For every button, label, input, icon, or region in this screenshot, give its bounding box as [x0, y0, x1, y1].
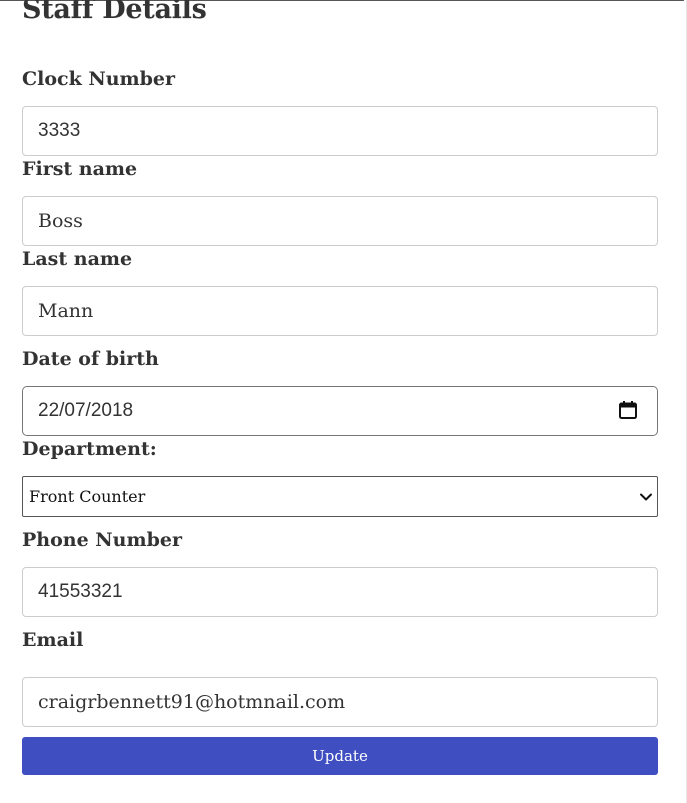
department-select[interactable]: Front Counter	[22, 476, 658, 517]
department-selected-value: Front Counter	[29, 487, 146, 506]
last-name-label: Last name	[22, 248, 133, 270]
date-of-birth-input[interactable]: 22/07/2018	[22, 386, 658, 436]
date-of-birth-label: Date of birth	[22, 348, 159, 370]
phone-number-input[interactable]: 41553321	[22, 567, 658, 617]
last-name-input[interactable]: Mann	[22, 286, 658, 336]
calendar-icon[interactable]	[618, 400, 638, 420]
email-label: Email	[22, 629, 84, 651]
date-of-birth-value: 22/07/2018	[38, 400, 134, 421]
clock-number-input[interactable]: 3333	[22, 106, 658, 156]
update-button[interactable]: Update	[22, 737, 658, 775]
clock-number-label: Clock Number	[22, 68, 176, 90]
email-input[interactable]: craigrbennett91@hotmnail.com	[22, 677, 658, 727]
department-label: Department:	[22, 438, 157, 460]
first-name-input[interactable]: Boss	[22, 196, 658, 246]
first-name-label: First name	[22, 158, 138, 180]
chevron-down-icon	[640, 493, 652, 501]
phone-number-label: Phone Number	[22, 529, 182, 551]
page-title: Staff Details	[22, 0, 207, 25]
